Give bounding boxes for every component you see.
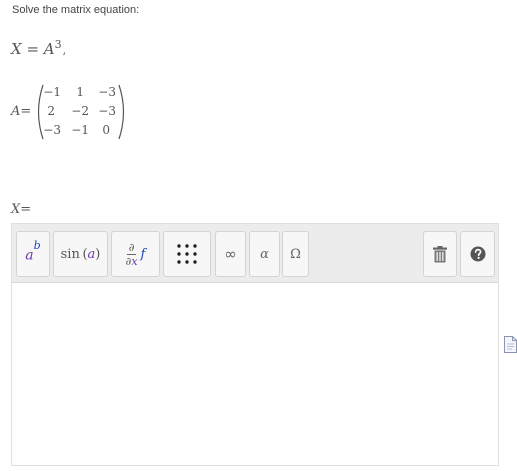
help-button[interactable] bbox=[460, 231, 495, 277]
derivative-den-var: x bbox=[131, 254, 138, 268]
function-name: sin bbox=[60, 246, 80, 262]
help-icon bbox=[470, 246, 485, 262]
document-icon[interactable] bbox=[504, 336, 517, 353]
matrix-cell: −3 bbox=[43, 123, 61, 137]
answer-input-area[interactable] bbox=[12, 282, 498, 465]
matrix-cell: 2 bbox=[47, 104, 55, 118]
greek-letters-button[interactable]: α bbox=[249, 231, 280, 277]
trash-icon bbox=[433, 245, 447, 262]
infinity-button[interactable]: ∞ bbox=[215, 231, 246, 277]
matrix-button[interactable] bbox=[163, 231, 211, 277]
grid-dots-icon bbox=[177, 244, 197, 264]
matrix-cell: −1 bbox=[43, 85, 61, 99]
power-exp: b bbox=[33, 239, 41, 253]
answer-label: X= bbox=[11, 202, 32, 217]
function-button[interactable]: sin (a) bbox=[53, 231, 108, 277]
infinity-symbol: ∞ bbox=[224, 245, 237, 263]
matrix-cell: 0 bbox=[102, 123, 110, 137]
instruction-text: Solve the matrix equation: bbox=[12, 4, 140, 16]
clear-button[interactable] bbox=[423, 231, 457, 277]
equation-suffix: , bbox=[62, 44, 67, 57]
right-paren bbox=[118, 84, 125, 140]
omega-symbol: Ω bbox=[290, 246, 301, 262]
equation-exponent: 3 bbox=[54, 38, 62, 51]
matrix-cell: −3 bbox=[98, 104, 116, 118]
matrix-cell: −2 bbox=[71, 104, 89, 118]
equation-lhs: X = A bbox=[11, 40, 55, 58]
equation: X = A3, bbox=[11, 38, 67, 58]
editor-toolbar: ab sin (a) ∂ ∂x f ∞ α Ω bbox=[12, 224, 498, 282]
derivative-function: f bbox=[140, 246, 146, 262]
math-editor: ab sin (a) ∂ ∂x f ∞ α Ω bbox=[11, 223, 499, 466]
derivative-numerator: ∂ bbox=[126, 240, 137, 255]
matrix-cell: −1 bbox=[71, 123, 89, 137]
function-close: ) bbox=[95, 246, 101, 262]
alpha-symbol: α bbox=[260, 246, 269, 262]
derivative-button[interactable]: ∂ ∂x f bbox=[111, 231, 160, 277]
matrix-cell: 1 bbox=[76, 85, 84, 99]
matrix-a: −1 1 −3 2 −2 −3 −3 −1 0 bbox=[33, 84, 129, 140]
power-base: a bbox=[25, 247, 34, 264]
matrix-cell: −3 bbox=[98, 85, 116, 99]
matrix-label: A= bbox=[11, 104, 32, 119]
special-symbols-button[interactable]: Ω bbox=[282, 231, 309, 277]
power-button[interactable]: ab bbox=[16, 231, 50, 277]
